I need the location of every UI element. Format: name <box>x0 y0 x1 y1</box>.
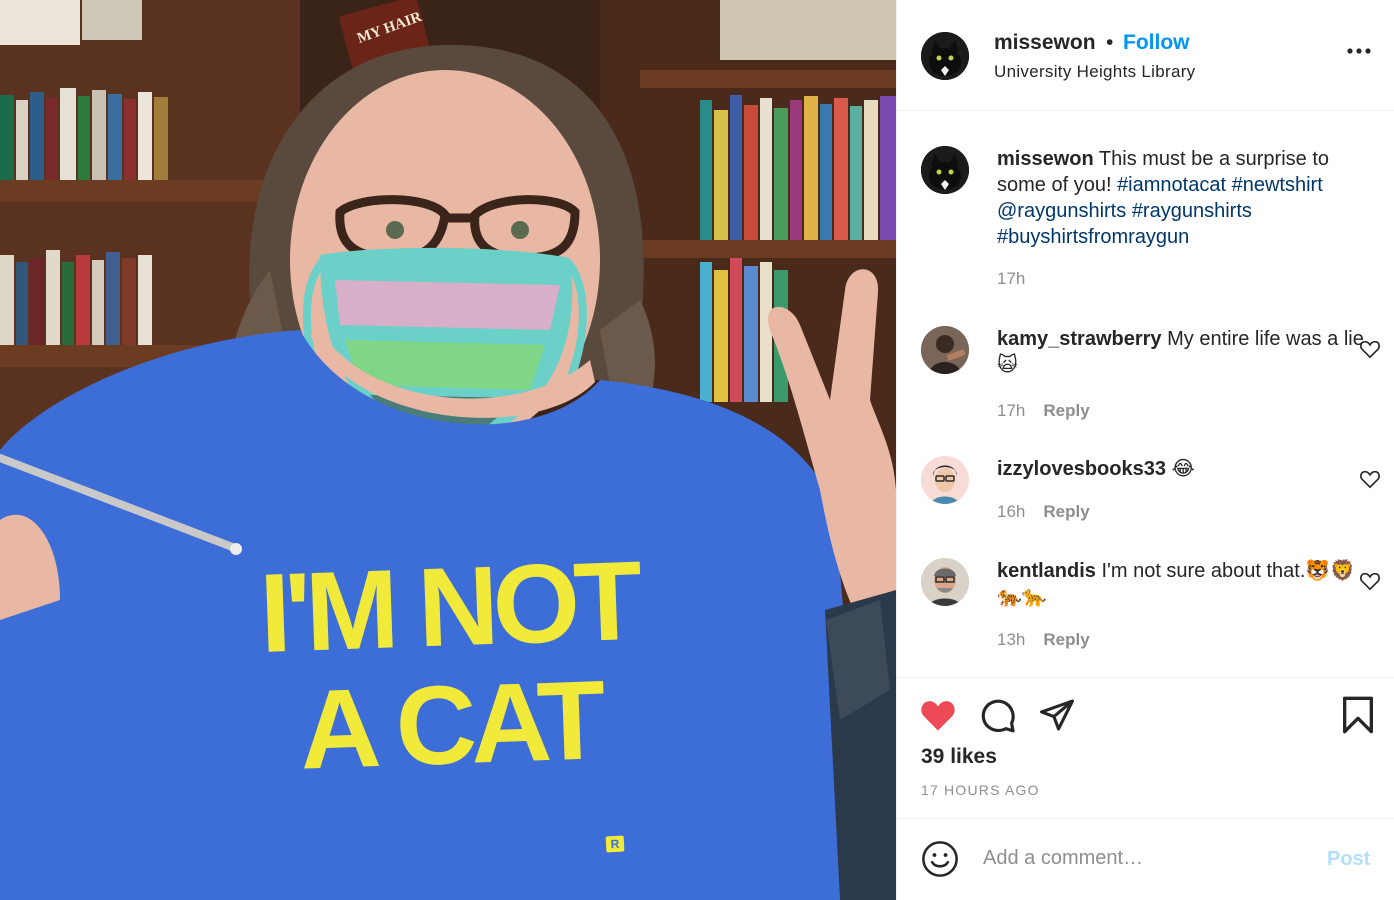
reply-button[interactable]: Reply <box>1043 630 1089 649</box>
commenter-avatar[interactable] <box>921 558 969 606</box>
shirt-brand-badge: R <box>605 835 625 853</box>
author-username[interactable]: missewon <box>994 31 1096 55</box>
hashtag-link[interactable]: #raygunshirts <box>1132 200 1252 222</box>
hashtag-link[interactable]: #iamnotacat <box>1117 174 1226 196</box>
more-options-icon[interactable] <box>1347 44 1377 64</box>
hashtag-link[interactable]: #buyshirtsfromraygun <box>997 226 1189 248</box>
follow-button[interactable]: Follow <box>1123 31 1190 55</box>
comment-body: 😂 <box>1171 458 1195 480</box>
likes-count[interactable]: 39 likes <box>921 745 997 769</box>
header-separator: • <box>1106 31 1114 54</box>
comment-time[interactable]: 17h <box>997 269 1025 288</box>
like-comment-heart-icon[interactable] <box>1359 339 1381 359</box>
instagram-post: MY HAIR I'M NOT A CAT R missewon • Follo… <box>0 0 1394 900</box>
shirt-slogan-line-1: I'M NOT <box>257 537 639 676</box>
comment-meta: 13h Reply <box>997 630 1090 650</box>
emoji-smiley-icon[interactable] <box>921 840 959 878</box>
more-horizontal-icon <box>1347 48 1371 54</box>
comment-meta: 17h Reply <box>997 401 1090 421</box>
like-comment-heart-icon[interactable] <box>1359 469 1381 489</box>
comment-input[interactable] <box>981 842 1315 874</box>
author-avatar[interactable] <box>921 32 969 80</box>
commenter-avatar[interactable] <box>921 456 969 504</box>
mention-link[interactable]: @raygunshirts <box>997 200 1126 222</box>
shirt-slogan: I'M NOT A CAT <box>258 538 686 793</box>
comment-username[interactable]: kentlandis <box>997 560 1096 582</box>
comment-username[interactable]: izzylovesbooks33 <box>997 458 1166 480</box>
commenter-avatar[interactable] <box>921 326 969 374</box>
post-timestamp[interactable]: 17 HOURS AGO <box>921 782 1040 798</box>
caption-author-avatar[interactable] <box>921 146 969 194</box>
reply-button[interactable]: Reply <box>1043 502 1089 521</box>
bookmark-icon[interactable] <box>1340 695 1376 735</box>
user-photo-avatar-image <box>921 558 969 606</box>
comment-text: izzylovesbooks33 😂 <box>997 456 1377 482</box>
share-icon[interactable] <box>1038 698 1076 732</box>
post-side-panel: missewon • Follow University Heights Lib… <box>896 0 1394 900</box>
post-location[interactable]: University Heights Library <box>994 62 1195 82</box>
like-comment-heart-icon[interactable] <box>1359 571 1381 591</box>
comment-text: kamy_strawberry My entire life was a lie… <box>997 326 1377 378</box>
black-cat-avatar-image <box>921 146 969 194</box>
comment-username[interactable]: kamy_strawberry <box>997 328 1162 350</box>
add-comment-bar: Post <box>897 818 1394 900</box>
comment-username[interactable]: missewon <box>997 148 1094 170</box>
cartoon-person-avatar-image <box>921 456 969 504</box>
comment-time[interactable]: 17h <box>997 401 1025 420</box>
post-header: missewon • Follow University Heights Lib… <box>897 0 1394 111</box>
post-comment-button[interactable]: Post <box>1327 848 1370 871</box>
caption-text: missewon This must be a surprise to some… <box>997 146 1377 250</box>
comment-time[interactable]: 13h <box>997 630 1025 649</box>
comment-meta: 16h Reply <box>997 502 1090 522</box>
black-cat-avatar-image <box>921 32 969 80</box>
post-actions: 39 likes 17 HOURS AGO <box>897 677 1394 819</box>
reply-button[interactable]: Reply <box>1043 401 1089 420</box>
comments-list[interactable]: missewon This must be a surprise to some… <box>897 111 1394 676</box>
comment-text: kentlandis I'm not sure about that.🐯🦁🐅🐆 <box>997 558 1377 610</box>
comment-meta: 17h <box>997 269 1025 289</box>
shirt-slogan-line-2: A CAT <box>297 657 602 793</box>
post-photo[interactable]: MY HAIR I'M NOT A CAT R <box>0 0 896 900</box>
comment-icon[interactable] <box>979 696 1017 734</box>
comment-time[interactable]: 16h <box>997 502 1025 521</box>
hashtag-link[interactable]: #newtshirt <box>1232 174 1323 196</box>
heart-filled-icon[interactable] <box>919 698 957 732</box>
user-photo-avatar-image <box>921 326 969 374</box>
